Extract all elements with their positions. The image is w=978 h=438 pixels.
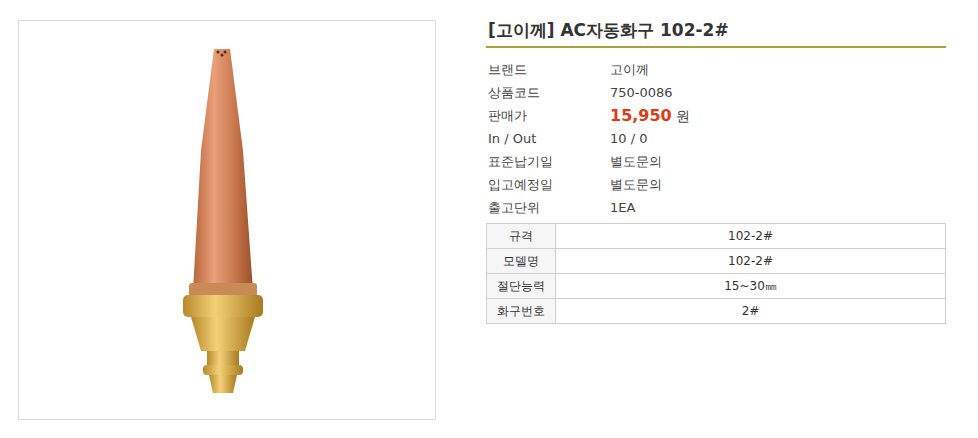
torch-tip-icon — [19, 21, 435, 419]
spec-table: 규격102-2#모델명102-2#절단능력15~30㎜화구번호2# — [486, 223, 946, 324]
info-value: 10 / 0 — [610, 131, 647, 146]
info-label: 브랜드 — [488, 61, 610, 79]
spec-value: 2# — [556, 299, 946, 324]
info-row: 입고예정일별도문의 — [488, 173, 946, 196]
info-row: 브랜드고이께 — [488, 58, 946, 81]
product-page: [고이께] AC자동화구 102-2#브랜드고이께상품코드750-0086판매가… — [0, 0, 978, 438]
info-label: 입고예정일 — [488, 176, 610, 194]
info-value: 별도문의 — [610, 176, 662, 194]
info-label: 상품코드 — [488, 84, 610, 102]
price-unit: 원 — [676, 108, 690, 126]
spec-value: 15~30㎜ — [556, 274, 946, 299]
info-label: 표준납기일 — [488, 153, 610, 171]
info-label: 판매가 — [488, 107, 610, 125]
spec-row: 절단능력15~30㎜ — [487, 274, 946, 299]
price-value: 15,950원 — [610, 106, 690, 126]
info-value: 1EA — [610, 200, 635, 215]
product-image — [18, 20, 436, 420]
spec-label: 화구번호 — [487, 299, 556, 324]
info-row: 상품코드750-0086 — [488, 81, 946, 104]
price-amount: 15,950 — [610, 106, 672, 125]
spec-value: 102-2# — [556, 224, 946, 249]
info-value: 고이께 — [610, 61, 649, 79]
spec-label: 규격 — [487, 224, 556, 249]
info-row: In / Out10 / 0 — [488, 127, 946, 150]
product-title: [고이께] AC자동화구 102-2# — [486, 20, 946, 48]
info-label: 출고단위 — [488, 199, 610, 217]
info-row: 판매가15,950원 — [488, 104, 946, 127]
info-value: 별도문의 — [610, 153, 662, 171]
info-value: 750-0086 — [610, 85, 673, 100]
info-list: 브랜드고이께상품코드750-0086판매가15,950원In / Out10 /… — [486, 48, 946, 223]
info-label: In / Out — [488, 131, 610, 146]
spec-row: 모델명102-2# — [487, 249, 946, 274]
info-row: 출고단위1EA — [488, 196, 946, 219]
spec-row: 규격102-2# — [487, 224, 946, 249]
spec-value: 102-2# — [556, 249, 946, 274]
spec-label: 절단능력 — [487, 274, 556, 299]
spec-label: 모델명 — [487, 249, 556, 274]
product-detail: [고이께] AC자동화구 102-2#브랜드고이께상품코드750-0086판매가… — [486, 20, 946, 438]
spec-row: 화구번호2# — [487, 299, 946, 324]
info-row: 표준납기일별도문의 — [488, 150, 946, 173]
